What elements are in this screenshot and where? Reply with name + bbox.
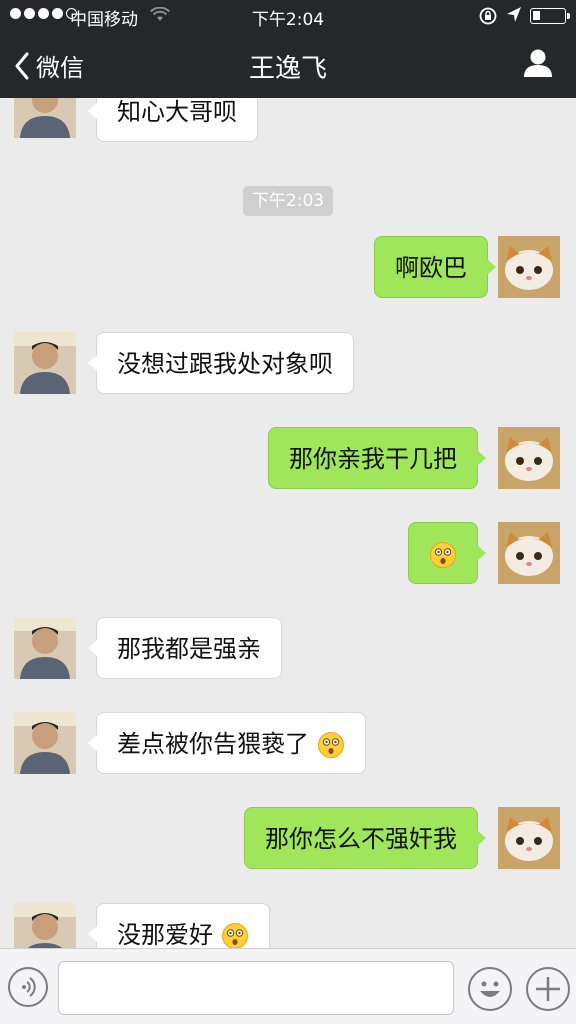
message-bubble-received[interactable]: 没那爱好 [88,903,270,948]
message-text: 没想过跟我处对象呗 [117,350,333,378]
battery-icon [530,8,570,24]
plus-icon[interactable] [526,967,570,1011]
message-bubble-sent[interactable] [408,522,486,584]
dizzy-face-emoji [430,542,456,568]
rotation-lock-icon [478,6,498,31]
contact-avatar[interactable] [14,98,76,138]
my-avatar[interactable] [498,807,560,869]
message-list[interactable]: 知心大哥呗 下午2:03 啊欧巴 没想过跟我处对象呗 那你亲我干几把 那我都是强… [0,98,576,948]
message-text: 那我都是强亲 [117,635,261,663]
message-text: 那你怎么不强奸我 [265,825,457,853]
location-arrow-icon [506,6,522,29]
voice-icon[interactable] [8,967,48,1007]
message-text: 啊欧巴 [395,254,467,282]
message-bubble-received[interactable]: 差点被你告猥亵了 [88,712,366,774]
message-bubble-received[interactable]: 知心大哥呗 [88,98,258,142]
message-text: 那你亲我干几把 [289,445,457,473]
message-input[interactable] [58,961,454,1015]
message-text: 知心大哥呗 [117,98,237,126]
my-avatar[interactable] [498,236,560,298]
smiley-icon[interactable] [468,967,512,1011]
status-bar: 中国移动 下午2:04 [0,0,576,32]
message-timestamp: 下午2:03 [243,186,333,216]
message-bubble-sent[interactable]: 那你亲我干几把 [268,427,486,489]
contact-avatar[interactable] [14,712,76,774]
dizzy-face-emoji [317,732,344,758]
contact-avatar[interactable] [14,617,76,679]
person-icon[interactable] [522,48,554,82]
message-text: 差点被你告猥亵了 [117,730,309,758]
my-avatar[interactable] [498,427,560,489]
chat-input-bar [0,948,576,1024]
message-text: 没那爱好 [117,921,213,948]
message-bubble-received[interactable]: 那我都是强亲 [88,617,282,679]
top-bar: 中国移动 下午2:04 微信 王逸飞 [0,0,576,98]
message-bubble-received[interactable]: 没想过跟我处对象呗 [88,332,354,394]
my-avatar[interactable] [498,522,560,584]
chat-title: 王逸飞 [248,54,327,84]
navigation-bar: 微信 王逸飞 [0,32,576,98]
wechat-chat-screen: 中国移动 下午2:04 微信 王逸飞 知心大哥呗 下午2:03 啊欧巴 没想过跟… [0,0,576,1024]
contact-avatar[interactable] [14,903,76,948]
contact-avatar[interactable] [14,332,76,394]
message-bubble-sent[interactable]: 啊欧巴 [374,236,496,298]
message-bubble-sent[interactable]: 那你怎么不强奸我 [244,807,486,869]
dizzy-face-emoji [221,923,248,948]
